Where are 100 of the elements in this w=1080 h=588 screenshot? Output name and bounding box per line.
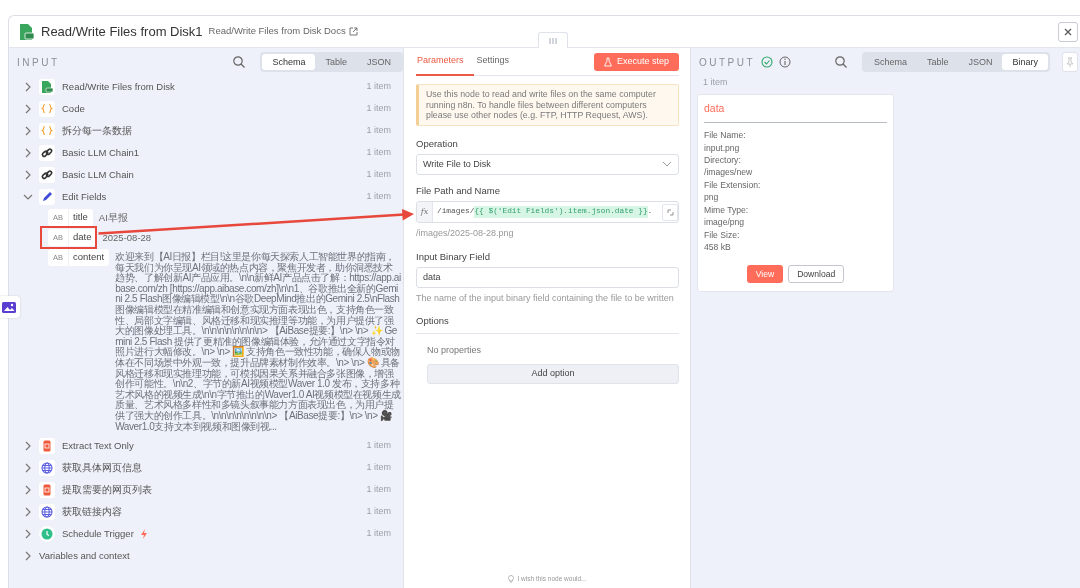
chevron-right-icon[interactable]: [23, 550, 33, 563]
document-icon: [39, 438, 55, 455]
drag-handle[interactable]: [538, 32, 568, 48]
chevron-right-icon[interactable]: [23, 147, 33, 159]
add-option-button[interactable]: Add option: [427, 364, 679, 384]
chevron-right-icon[interactable]: [23, 169, 33, 181]
node-name[interactable]: Extract Text Only: [62, 438, 134, 454]
binary-key: data: [704, 100, 887, 124]
meta-label: File Name:: [704, 129, 747, 142]
item-count: 1 item: [366, 124, 391, 138]
field-hint: The name of the input binary field containing the file to be written: [416, 291, 675, 305]
meta-value: image/png: [704, 216, 746, 229]
node-name[interactable]: Code: [62, 101, 85, 117]
close-button[interactable]: [1058, 21, 1078, 42]
field-label: File Path and Name: [416, 183, 501, 198]
chevron-down-icon: [662, 161, 672, 168]
field-value: 2025-08-28: [102, 231, 152, 245]
docs-link[interactable]: Read/Write Files from Disk Docs: [208, 24, 358, 39]
chevron-right-icon[interactable]: [23, 81, 33, 93]
meta-value: 458 kB: [704, 240, 732, 254]
close-icon: [1064, 27, 1072, 36]
item-count: 1 item: [702, 76, 729, 89]
external-link-icon: [348, 27, 358, 36]
chevron-right-icon[interactable]: [23, 440, 33, 453]
link-icon: [39, 167, 55, 183]
operation-select[interactable]: Write File to Disk: [416, 153, 679, 175]
flask-icon: [603, 56, 612, 67]
chevron-right-icon[interactable]: [23, 506, 33, 519]
search-icon[interactable]: [232, 55, 247, 69]
field-value: AI早报: [98, 211, 128, 225]
binary-field-input[interactable]: data: [416, 266, 679, 288]
notice-text: Use this node to read and write files on the same computer running n8n. To handle files between different computers please use other nodes (e.g. FTP, HTTP Request, AWS).: [416, 84, 679, 126]
item-count: 1 item: [366, 102, 391, 116]
search-icon[interactable]: [833, 55, 848, 69]
node-name[interactable]: Basic LLM Chain: [62, 167, 134, 183]
meta-value: input.png: [704, 141, 741, 155]
view-tab[interactable]: Table: [315, 53, 357, 71]
meta-value: /images/new: [704, 166, 754, 179]
node-name[interactable]: Read/Write Files from Disk: [62, 79, 175, 95]
meta-label: File Extension:: [704, 178, 762, 192]
globe-icon: [39, 504, 55, 521]
item-count: 1 item: [366, 505, 391, 519]
view-tab[interactable]: Binary: [1002, 53, 1048, 71]
chevron-right-icon[interactable]: [23, 528, 33, 541]
pencil-icon: [39, 189, 55, 205]
section-label[interactable]: Variables and context: [39, 548, 130, 564]
info-icon[interactable]: [779, 56, 792, 68]
view-tab[interactable]: Schema: [863, 53, 917, 71]
field-label: Input Binary Field: [416, 249, 491, 264]
field-name: date: [72, 230, 92, 245]
chevron-right-icon[interactable]: [23, 462, 33, 475]
tab[interactable]: Parameters: [416, 47, 474, 76]
meta-value: png: [704, 191, 720, 204]
braces-icon: [39, 101, 55, 117]
view-tab[interactable]: JSON: [958, 53, 1003, 71]
item-count: 1 item: [366, 168, 391, 182]
node-name[interactable]: 获取链接内容: [62, 504, 122, 520]
node-name[interactable]: Schedule Trigger: [62, 526, 134, 542]
lightbulb-icon: [508, 575, 515, 584]
view-tab[interactable]: JSON: [357, 53, 401, 71]
clock-icon: [39, 526, 55, 543]
braces-icon: [39, 123, 55, 139]
link-icon: [39, 145, 55, 161]
chevron-right-icon[interactable]: [23, 125, 33, 137]
item-count: 1 item: [366, 439, 391, 453]
document-icon: [39, 482, 55, 499]
image-icon[interactable]: [0, 296, 20, 318]
file-icon: [19, 22, 35, 41]
node-name[interactable]: 提取需要的网页列表: [62, 482, 152, 498]
item-count: 1 item: [366, 483, 391, 497]
item-count: 1 item: [366, 146, 391, 160]
node-name[interactable]: Basic LLM Chain1: [62, 145, 140, 161]
view-tab[interactable]: Table: [916, 53, 959, 71]
pin-icon: [1066, 57, 1074, 67]
expression-preview: /images/2025-08-28.png: [416, 227, 515, 240]
section-label: Options: [416, 314, 679, 334]
panel-label: INPUT: [17, 55, 60, 70]
item-count: 1 item: [366, 80, 391, 94]
item-count: 1 item: [366, 461, 391, 475]
globe-icon: [39, 460, 55, 477]
empty-text: No properties: [426, 343, 483, 357]
node-title: Read/Write Files from Disk1: [41, 22, 203, 41]
node-name[interactable]: 拆分每一条数据: [62, 123, 132, 139]
field-name: content: [72, 250, 105, 265]
meta-label: Mime Type:: [704, 203, 750, 217]
meta-label: Directory:: [704, 154, 742, 167]
field-name: title: [72, 210, 88, 225]
tab[interactable]: Settings: [475, 47, 520, 76]
meta-label: File Size:: [704, 228, 741, 241]
node-name[interactable]: Edit Fields: [62, 189, 107, 205]
panel-label: OUTPUT: [699, 55, 756, 70]
item-count: 1 item: [366, 190, 391, 204]
download-button[interactable]: Download: [788, 265, 845, 284]
view-tab[interactable]: Schema: [262, 53, 316, 71]
file-icon: [39, 79, 55, 95]
item-count: 1 item: [366, 527, 391, 541]
node-name[interactable]: 获取具体网页信息: [62, 460, 142, 476]
chevron-right-icon[interactable]: [23, 103, 33, 115]
field-label: Operation: [416, 136, 459, 151]
chevron-right-icon[interactable]: [23, 484, 33, 497]
